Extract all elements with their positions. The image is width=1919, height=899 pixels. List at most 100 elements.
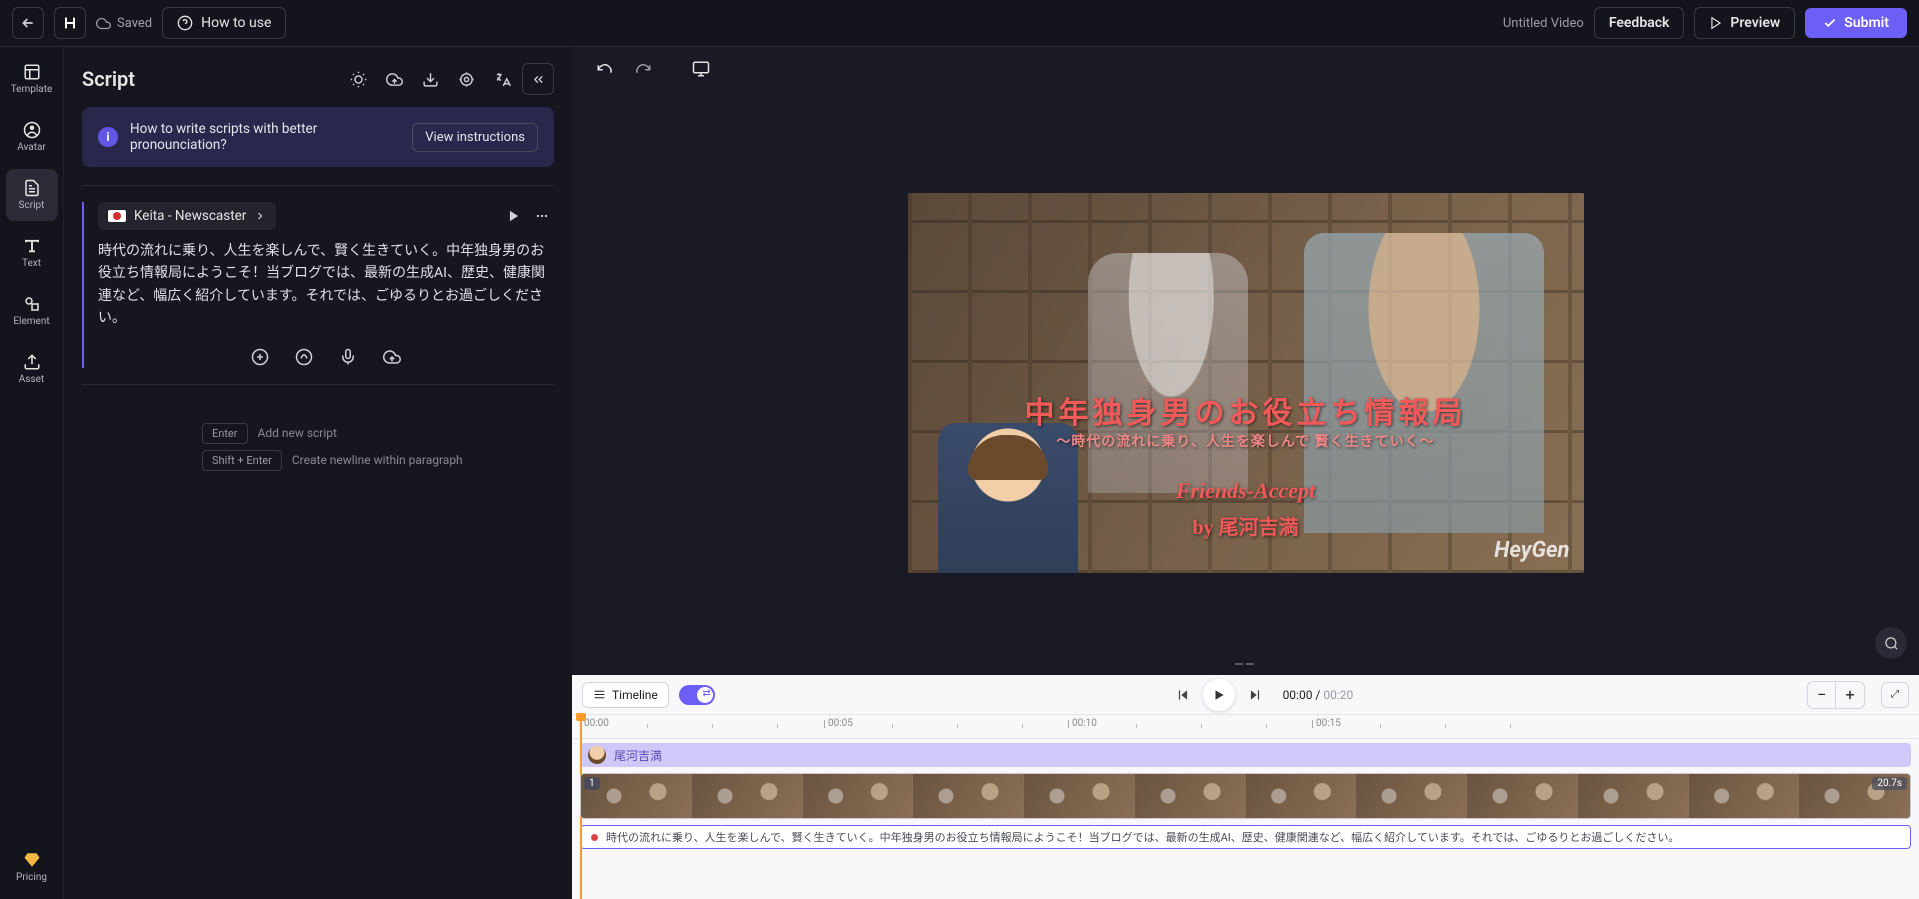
flag-japan-icon: [108, 210, 126, 222]
add-pause-button[interactable]: [249, 346, 271, 368]
keyboard-hints: Enter Add new script Shift + Enter Creat…: [202, 423, 554, 471]
rail-text[interactable]: Text: [6, 227, 58, 279]
element-icon: [23, 295, 41, 313]
template-icon: [23, 63, 41, 81]
timeline-ruler[interactable]: 00:00 00:05 00:10 00:15: [572, 715, 1919, 739]
avatar-thumb: [588, 746, 606, 764]
tracks: 尾河吉満 1 20.7s 時代の流れに乗り、人生を楽しんで、賢く生きていく。中年…: [572, 739, 1919, 899]
submit-button[interactable]: Submit: [1805, 8, 1907, 38]
view-instructions-button[interactable]: View instructions: [412, 123, 538, 152]
video-preview[interactable]: 中年独身男のお役立ち情報局 〜時代の流れに乗り、人生を楽しんで 賢く生きていく〜…: [908, 193, 1584, 573]
cloud-icon: [96, 16, 111, 31]
timeline-button[interactable]: Timeline: [582, 682, 669, 708]
saved-text: Saved: [117, 16, 152, 31]
upload-button[interactable]: [378, 63, 410, 95]
logo: [54, 7, 86, 39]
chevron-right-icon: [254, 210, 266, 222]
timeline: Timeline ⇄ 00:00 / 00:20 − +: [572, 675, 1919, 899]
resize-handle[interactable]: [1235, 663, 1257, 667]
redo-button[interactable]: [628, 54, 658, 84]
rail-template[interactable]: Template: [6, 53, 58, 105]
main-layout: Template Avatar Script Text Element Asse…: [0, 47, 1919, 899]
rail-element[interactable]: Element: [6, 285, 58, 337]
rail-script[interactable]: Script: [6, 169, 58, 221]
collapse-panel-button[interactable]: [522, 63, 554, 95]
timecode: 00:00 / 00:20: [1283, 688, 1354, 702]
zoom-in-button[interactable]: +: [1836, 682, 1864, 708]
play-icon: [1709, 16, 1723, 30]
rail-avatar[interactable]: Avatar: [6, 111, 58, 163]
info-banner: i How to write scripts with better prono…: [82, 107, 554, 167]
header-left: Saved How to use: [12, 7, 286, 39]
divider: [82, 185, 554, 186]
script-panel: Script i How to write scripts with bette…: [64, 47, 572, 899]
panel-header: Script: [82, 47, 554, 107]
canvas-stage[interactable]: 中年独身男のお役立ち情報局 〜時代の流れに乗り、人生を楽しんで 賢く生きていく〜…: [572, 91, 1919, 675]
script-tools: [98, 346, 554, 368]
timeline-body: 00:00 00:05 00:10 00:15: [572, 715, 1919, 899]
panel-title: Script: [82, 67, 135, 91]
brightness-button[interactable]: [342, 63, 374, 95]
check-icon: [1823, 16, 1837, 30]
rail-pricing[interactable]: Pricing: [6, 841, 58, 893]
script-block: Keita - Newscaster 時代の流れに乗り、人生を楽しんで、賢く生き…: [82, 202, 554, 368]
download-button[interactable]: [414, 63, 446, 95]
header-right: Untitled Video Feedback Preview Submit: [1503, 7, 1907, 39]
script-text-input[interactable]: 時代の流れに乗り、人生を楽しんで、賢く生きていく。中年独身男のお役立ち情報局によ…: [98, 240, 554, 330]
hint-enter: Enter Add new script: [202, 423, 337, 444]
app-header: Saved How to use Untitled Video Feedback…: [0, 0, 1919, 47]
microphone-button[interactable]: [337, 346, 359, 368]
upload-audio-button[interactable]: [381, 346, 403, 368]
voice-actions: [502, 204, 554, 228]
preview-button[interactable]: Preview: [1694, 7, 1795, 39]
audio-track[interactable]: 時代の流れに乗り、人生を楽しんで、賢く生きていく。中年独身男のお役立ち情報局によ…: [580, 825, 1911, 849]
zoom-fit-button[interactable]: ⤢: [1881, 682, 1909, 708]
timeline-toggle[interactable]: ⇄: [679, 685, 715, 705]
info-text: How to write scripts with better pronoun…: [130, 121, 400, 153]
play-voice-button[interactable]: [502, 204, 526, 228]
ai-button[interactable]: [450, 63, 482, 95]
left-rail: Template Avatar Script Text Element Asse…: [0, 47, 64, 899]
voice-more-button[interactable]: [530, 204, 554, 228]
avatar-track[interactable]: 尾河吉満: [580, 743, 1911, 767]
preview-title: 中年独身男のお役立ち情報局: [908, 388, 1584, 432]
panel-tools: [342, 63, 554, 95]
video-title[interactable]: Untitled Video: [1503, 16, 1584, 31]
text-icon: [23, 237, 41, 255]
prev-frame-button[interactable]: [1169, 681, 1197, 709]
divider: [82, 384, 554, 385]
translate-button[interactable]: [486, 63, 518, 95]
canvas-toolbar: [572, 47, 1919, 91]
preview-friends: Friends-Accept: [908, 478, 1584, 504]
undo-button[interactable]: [590, 54, 620, 84]
timeline-icon: [593, 688, 606, 701]
zoom-out-button[interactable]: −: [1808, 682, 1836, 708]
info-icon: i: [98, 127, 118, 147]
play-button[interactable]: [1203, 679, 1235, 711]
next-frame-button[interactable]: [1241, 681, 1269, 709]
help-icon: [177, 15, 193, 31]
clip-number: 1: [584, 777, 600, 790]
saved-status: Saved: [96, 16, 152, 31]
timeline-header: Timeline ⇄ 00:00 / 00:20 − +: [572, 675, 1919, 715]
speed-button[interactable]: [293, 346, 315, 368]
how-to-use-button[interactable]: How to use: [162, 7, 286, 39]
zoom-controls: − +: [1807, 681, 1865, 709]
hint-shift-enter: Shift + Enter Create newline within para…: [202, 450, 463, 471]
canvas-area: 中年独身男のお役立ち情報局 〜時代の流れに乗り、人生を楽しんで 賢く生きていく〜…: [572, 47, 1919, 899]
rail-asset[interactable]: Asset: [6, 343, 58, 395]
voice-row: Keita - Newscaster: [98, 202, 554, 230]
zoom-fab[interactable]: [1875, 627, 1907, 659]
device-preview-button[interactable]: [686, 54, 716, 84]
voice-selector[interactable]: Keita - Newscaster: [98, 202, 276, 230]
clip-duration: 20.7s: [1872, 777, 1907, 790]
asset-icon: [23, 353, 41, 371]
video-track[interactable]: 1 20.7s: [580, 773, 1911, 819]
preview-subtitle: 〜時代の流れに乗り、人生を楽しんで 賢く生きていく〜: [908, 431, 1584, 451]
avatar-icon: [23, 121, 41, 139]
back-button[interactable]: [12, 7, 44, 39]
script-icon: [23, 179, 41, 197]
record-indicator-icon: [591, 834, 598, 841]
audio-transcript: 時代の流れに乗り、人生を楽しんで、賢く生きていく。中年独身男のお役立ち情報局によ…: [606, 829, 1679, 845]
feedback-button[interactable]: Feedback: [1594, 7, 1685, 39]
